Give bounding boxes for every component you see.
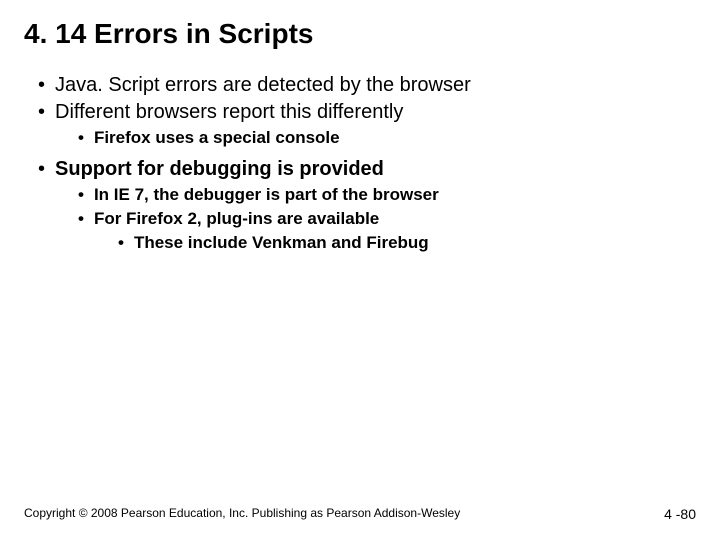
bullet-dot-icon: • <box>78 185 84 205</box>
bullet-dot-icon: • <box>38 158 45 181</box>
bullet-text: Firefox uses a special console <box>94 128 340 148</box>
copyright-text: Copyright © 2008 Pearson Education, Inc.… <box>24 506 460 522</box>
bullet-level2: • In IE 7, the debugger is part of the b… <box>78 185 696 205</box>
bullet-text: For Firefox 2, plug-ins are available <box>94 209 379 229</box>
bullet-level3: • These include Venkman and Firebug <box>118 233 696 253</box>
bullet-level2: • For Firefox 2, plug-ins are available <box>78 209 696 229</box>
bullet-dot-icon: • <box>78 128 84 148</box>
bullet-dot-icon: • <box>38 101 45 124</box>
footer: Copyright © 2008 Pearson Education, Inc.… <box>24 506 696 522</box>
bullet-dot-icon: • <box>118 233 124 253</box>
bullet-dot-icon: • <box>38 74 45 97</box>
bullet-text: Different browsers report this different… <box>55 101 403 124</box>
bullet-text: Java. Script errors are detected by the … <box>55 74 471 97</box>
bullet-level1: • Support for debugging is provided <box>38 158 696 181</box>
bullet-dot-icon: • <box>78 209 84 229</box>
bullet-level1: • Java. Script errors are detected by th… <box>38 74 696 97</box>
bullet-level2: • Firefox uses a special console <box>78 128 696 148</box>
bullet-text: In IE 7, the debugger is part of the bro… <box>94 185 439 205</box>
bullet-text: Support for debugging is provided <box>55 158 384 181</box>
bullet-level1: • Different browsers report this differe… <box>38 101 696 124</box>
page-number: 4 -80 <box>664 506 696 522</box>
bullet-text: These include Venkman and Firebug <box>134 233 429 253</box>
slide-title: 4. 14 Errors in Scripts <box>24 18 696 50</box>
